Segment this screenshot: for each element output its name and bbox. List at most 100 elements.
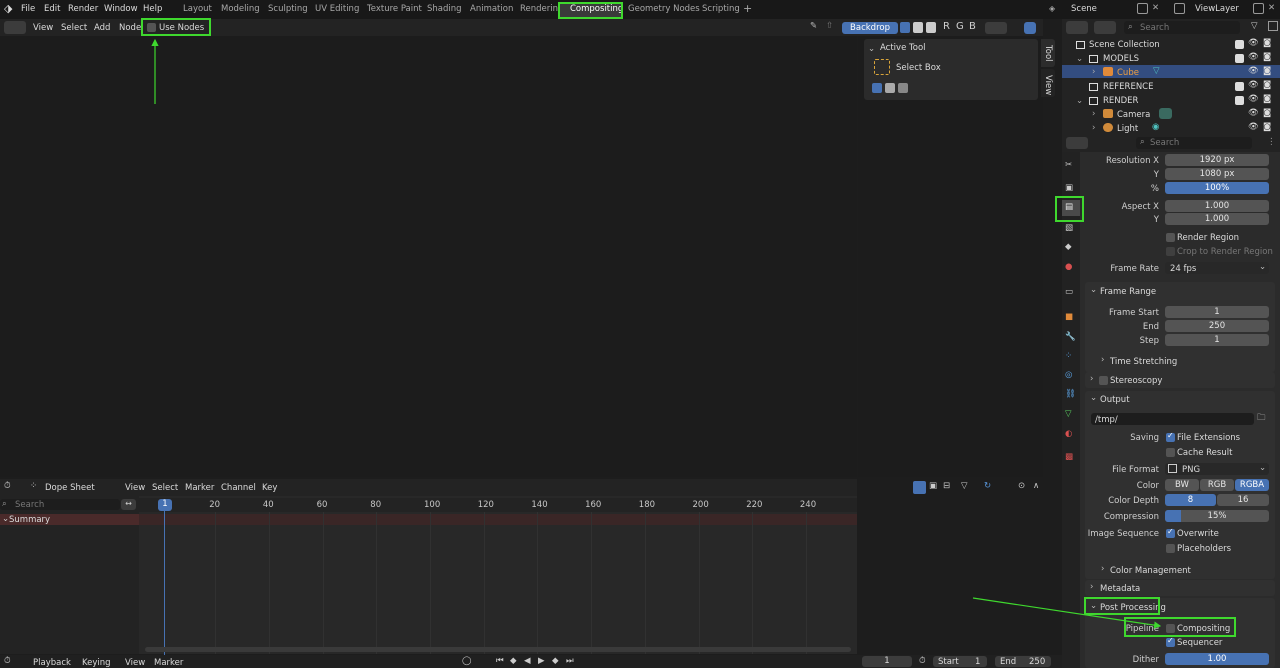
snapping-icon[interactable]: ↻ [984,481,991,491]
tab-texture-paint[interactable]: Texture Paint [367,4,422,14]
backdrop-button[interactable]: Backdrop [842,22,898,34]
particles-properties-icon[interactable]: ⁘ [1065,351,1072,361]
tab-tool[interactable]: Tool [1041,39,1055,67]
select-mode-extend-icon[interactable] [885,83,895,93]
world-properties-icon[interactable]: ● [1065,262,1072,272]
expand-cube-icon[interactable]: › [1092,67,1095,77]
backdrop-alpha-icon[interactable] [913,22,923,33]
timeline-menu-keying[interactable]: Keying [82,658,111,668]
add-workspace-button[interactable]: + [743,2,752,15]
camera-data-icon[interactable] [1159,108,1172,119]
collection-properties-icon[interactable]: ▭ [1065,287,1073,297]
overwrite-checkbox[interactable] [1166,527,1175,538]
file-format-dropdown[interactable]: PNG ⌄ [1165,463,1269,475]
outliner-display-mode[interactable] [1094,21,1116,34]
properties-search-input[interactable]: ⌕ Search [1136,137,1252,149]
jump-start-icon[interactable]: ⏮ [496,656,504,666]
compositor-canvas[interactable] [0,36,857,477]
resolution-percent-field[interactable]: 100% [1165,182,1269,194]
file-extensions-checkbox[interactable] [1166,431,1175,442]
stopwatch-icon[interactable]: ⏱ [919,656,926,666]
cache-result-checkbox[interactable] [1166,448,1175,457]
scene-properties-icon[interactable]: ◆ [1065,242,1072,252]
color-rgba-option[interactable]: RGBA [1235,479,1269,491]
play-reverse-icon[interactable]: ◀ [524,656,531,666]
overwrite-label[interactable]: Overwrite [1177,529,1219,539]
file-extensions-label[interactable]: File Extensions [1177,433,1240,443]
frame-rate-dropdown[interactable]: 24 fps ⌄ [1165,262,1269,274]
color-bw-option[interactable]: BW [1165,479,1199,491]
show-hidden-icon[interactable]: ▣ [929,481,937,491]
timeline-start-field[interactable]: Start 1 [933,656,987,667]
tab-layout[interactable]: Layout [183,4,212,14]
editor-type-dropdown[interactable] [4,21,26,34]
filter-icon[interactable]: ▽ [1251,21,1258,31]
dopesheet-keyframe-area[interactable] [139,496,857,654]
frame-end-field[interactable]: 250 [1165,320,1269,332]
sequencer-label[interactable]: Sequencer [1177,638,1222,648]
tab-uv-editing[interactable]: UV Editing [315,4,359,14]
channel-g[interactable]: G [956,21,964,32]
aspect-x-field[interactable]: 1.000 [1165,200,1269,212]
expand-camera-icon[interactable]: › [1092,109,1095,119]
exclude-checkbox[interactable] [1235,54,1244,63]
only-errors-icon[interactable]: ⊟ [943,481,950,491]
timeline-current-frame-field[interactable]: 1 [862,656,912,667]
dopesheet-editor-type-icon[interactable]: ⏱ [4,481,11,491]
new-view-layer-icon[interactable] [1253,3,1264,14]
tool-settings-icon[interactable]: ✂ [1065,160,1072,170]
falloff-icon[interactable]: ∧ [1033,481,1039,491]
scene-name[interactable]: Scene [1071,4,1097,14]
eye-icon[interactable]: 👁 [1248,122,1259,132]
backdrop-image-icon[interactable] [926,22,936,33]
color-management-subpanel[interactable]: Color Management [1110,566,1191,576]
menu-edit[interactable]: Edit [44,4,60,14]
close-scene-icon[interactable]: ✕ [1152,3,1159,13]
expand-render-icon[interactable]: ⌄ [1076,96,1083,106]
render-camera-icon[interactable]: ◙ [1263,122,1271,132]
eye-icon[interactable]: 👁 [1248,38,1259,48]
crop-region-label[interactable]: Crop to Render Region [1177,247,1273,257]
color-rgb-option[interactable]: RGB [1200,479,1234,491]
select-mode-subtract-icon[interactable] [898,83,908,93]
parent-node-icon[interactable]: ⇧ [826,21,833,31]
new-scene-icon[interactable] [1137,3,1148,14]
new-collection-icon[interactable] [1268,21,1278,31]
select-mode-new-icon[interactable] [872,83,882,93]
modifier-properties-icon[interactable]: 🔧 [1065,332,1076,342]
texture-properties-icon[interactable]: ▩ [1065,452,1073,462]
outliner-row-light[interactable]: Light [1117,124,1138,134]
color-depth-8-option[interactable]: 8 [1165,494,1216,506]
outliner-row-camera[interactable]: Camera [1117,110,1150,120]
dopesheet-mode-dropdown[interactable]: Dope Sheet [45,483,95,493]
backdrop-channels-icon[interactable] [900,22,910,33]
panel-collapse-icon[interactable]: ⌄ [868,44,875,54]
compositor-menu-view[interactable]: View [33,23,53,33]
tab-shading[interactable]: Shading [427,4,462,14]
view-layer-name[interactable]: ViewLayer [1195,4,1239,14]
menu-render[interactable]: Render [68,4,98,14]
tab-animation[interactable]: Animation [470,4,513,14]
object-properties-icon[interactable]: ■ [1065,312,1073,322]
eye-icon[interactable]: 👁 [1248,80,1259,90]
tab-rendering[interactable]: Rendering [520,4,563,14]
exclude-checkbox[interactable] [1235,96,1244,105]
dopesheet-search-input[interactable]: ⌕ Search [0,499,120,510]
compositor-menu-add[interactable]: Add [94,23,110,33]
view-layer-properties-icon[interactable]: ▧ [1065,223,1073,233]
exclude-checkbox[interactable] [1235,82,1244,91]
eye-icon[interactable]: 👁 [1248,66,1259,76]
frame-range-title[interactable]: Frame Range [1100,287,1156,297]
expand-models-icon[interactable]: ⌄ [1076,54,1083,64]
chevron-right-icon[interactable]: › [1090,582,1093,592]
gizmo-dropdown[interactable] [985,22,1007,34]
overlay-icon[interactable] [1024,22,1036,34]
swap-icon[interactable]: ↔ [121,499,136,510]
prev-keyframe-icon[interactable]: ◆ [510,656,517,666]
scene-icon[interactable]: ◈ [1049,4,1055,13]
summary-label[interactable]: Summary [9,515,50,525]
outliner-search-input[interactable]: ⌕ Search [1124,21,1240,34]
render-properties-icon[interactable]: ▣ [1065,183,1073,193]
stereoscopy-checkbox[interactable] [1099,376,1108,385]
horizontal-scrollbar[interactable] [145,647,851,652]
